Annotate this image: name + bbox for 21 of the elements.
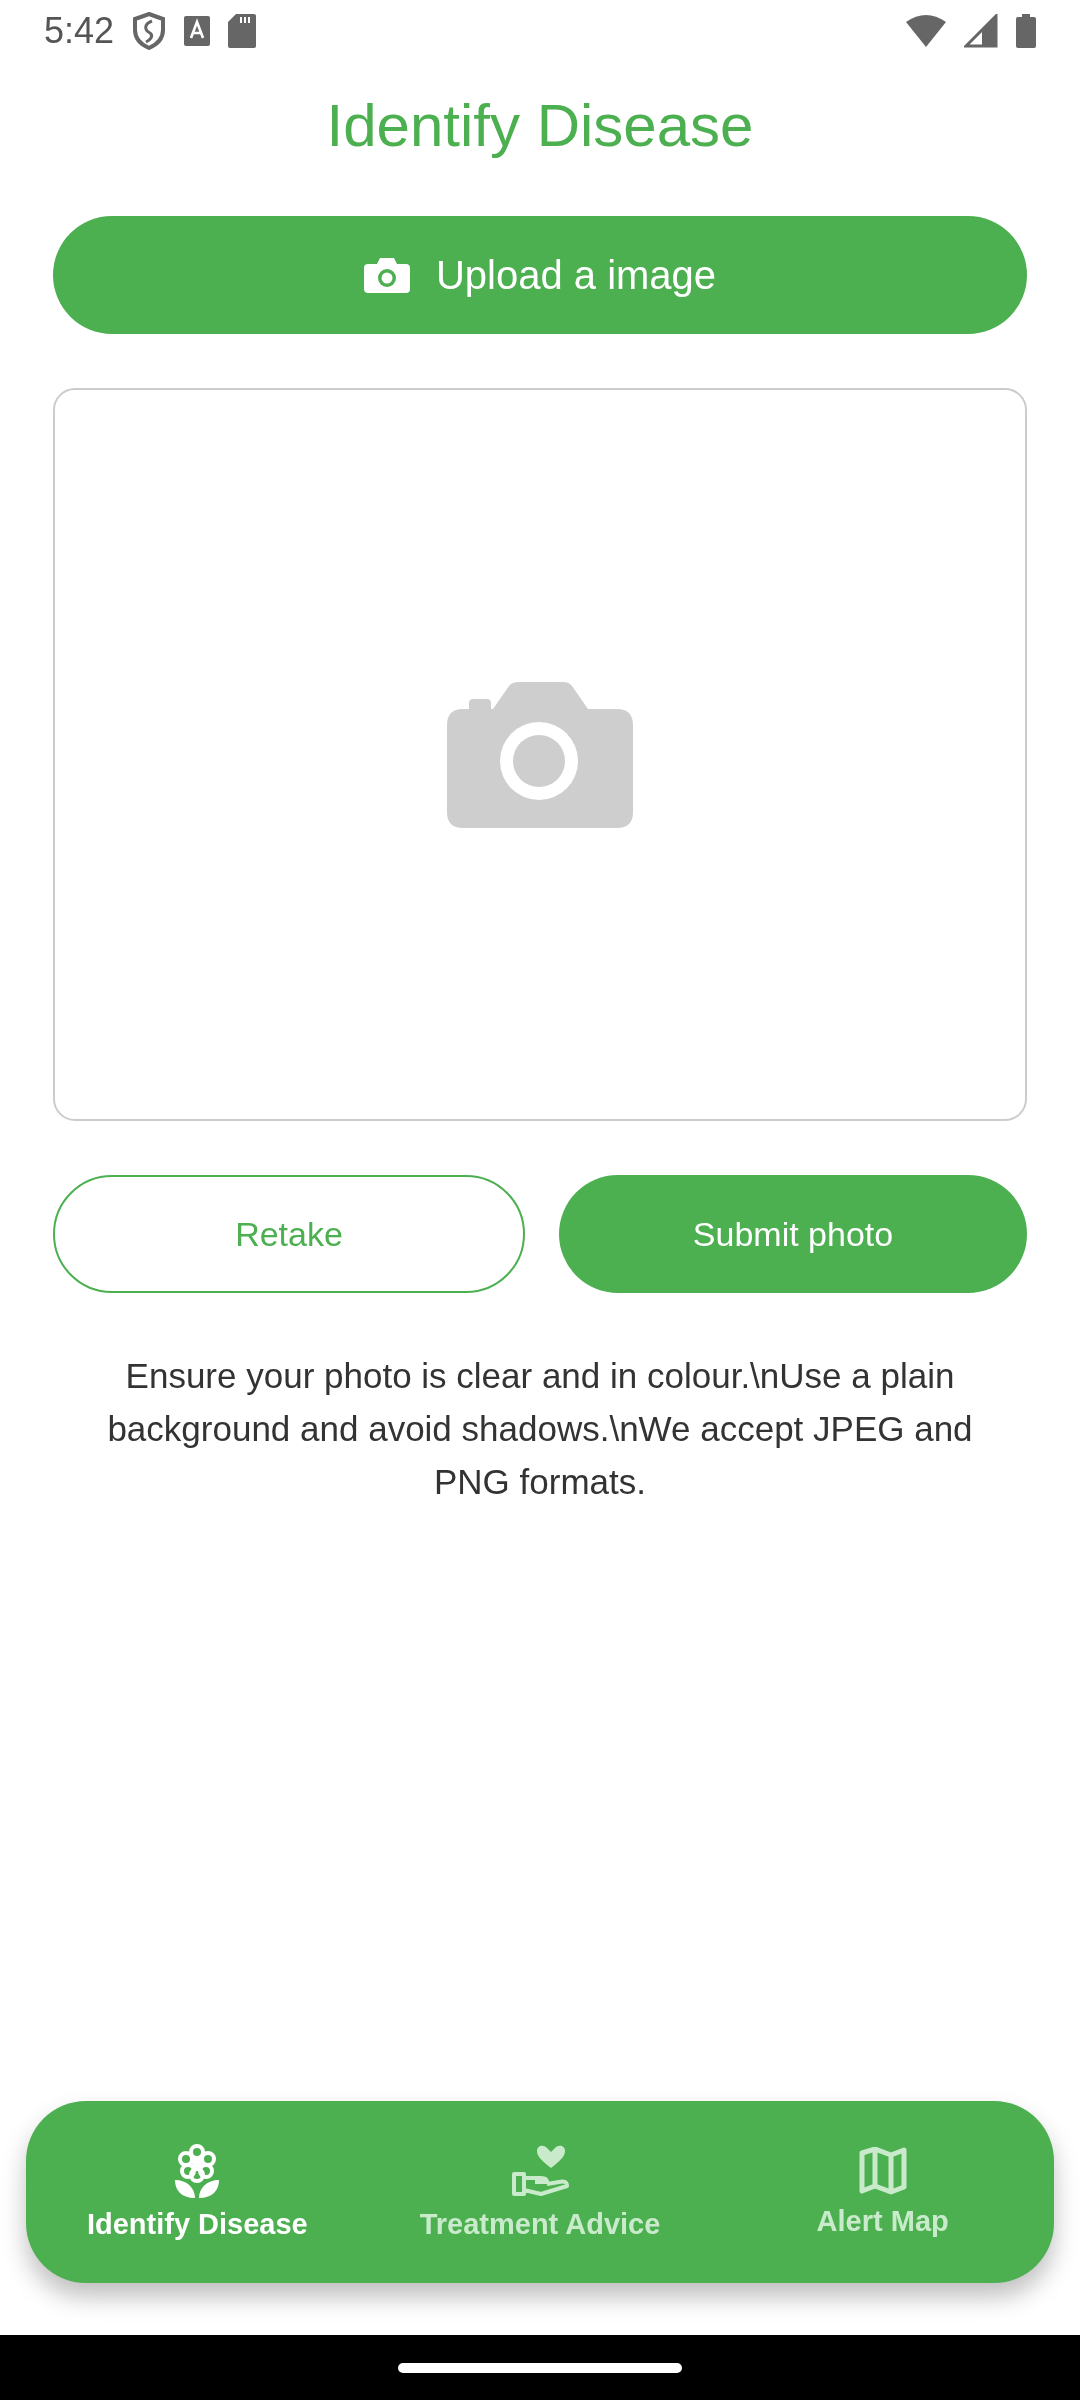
- flower-icon: [173, 2143, 222, 2198]
- map-icon: [858, 2146, 907, 2195]
- upload-button[interactable]: Upload a image: [53, 216, 1027, 334]
- battery-icon: [1016, 14, 1036, 48]
- retake-button[interactable]: Retake: [53, 1175, 525, 1293]
- photo-guidelines: Ensure your photo is clear and in colour.\nUse a plain background and avoid shadows.\nWe accept JPEG and PNG formats.: [106, 1355, 974, 1503]
- nav-tab[interactable]: Identify Disease: [26, 2101, 369, 2283]
- signal-icon: [964, 14, 998, 48]
- screen-title: Identify Disease: [325, 96, 755, 156]
- nav-tab[interactable]: Alert Map: [711, 2101, 1054, 2283]
- shield-icon: [132, 12, 167, 50]
- hand-heart-icon: [511, 2143, 569, 2198]
- wifi-icon: [906, 14, 946, 48]
- submit-photo-button[interactable]: Submit photo: [559, 1175, 1027, 1293]
- camera-placeholder-icon: [447, 681, 633, 828]
- nav-tab[interactable]: Treatment Advice: [368, 2101, 712, 2283]
- sd-card-icon: [228, 14, 257, 48]
- camera-icon: [363, 257, 410, 293]
- home-indicator[interactable]: [398, 2362, 682, 2373]
- status-time: 5:42: [44, 10, 115, 52]
- font-icon: [184, 16, 211, 46]
